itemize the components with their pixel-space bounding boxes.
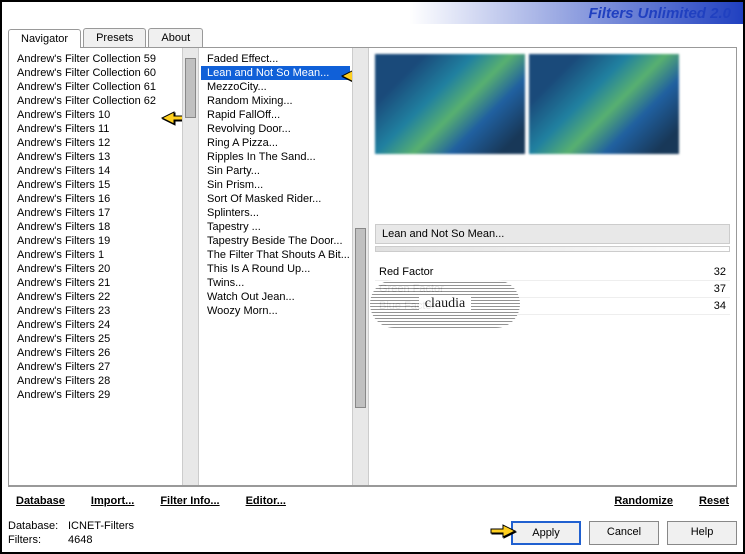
status-text: Database:ICNET-Filters Filters:4648 bbox=[8, 519, 134, 547]
list-item[interactable]: Andrew's Filters 1 bbox=[11, 248, 180, 262]
preview-before bbox=[375, 54, 525, 154]
watermark: claudia bbox=[370, 280, 520, 328]
param-value: 32 bbox=[714, 266, 726, 278]
list-item[interactable]: Andrew's Filters 12 bbox=[11, 136, 180, 150]
filter-scrollbar[interactable] bbox=[352, 48, 368, 485]
reset-button[interactable]: Reset bbox=[695, 493, 733, 509]
list-item[interactable]: Faded Effect... bbox=[201, 52, 350, 66]
status-filters-value: 4648 bbox=[68, 534, 92, 546]
list-item[interactable]: Andrew's Filters 14 bbox=[11, 164, 180, 178]
list-item[interactable]: Sort Of Masked Rider... bbox=[201, 192, 350, 206]
param-label: Red Factor bbox=[379, 266, 433, 278]
scrollbar-thumb[interactable] bbox=[355, 228, 366, 408]
bottom-bar: Database:ICNET-Filters Filters:4648 Appl… bbox=[8, 519, 737, 547]
list-item[interactable]: Andrew's Filter Collection 61 bbox=[11, 80, 180, 94]
list-item[interactable]: Andrew's Filter Collection 60 bbox=[11, 66, 180, 80]
tab-presets[interactable]: Presets bbox=[83, 28, 146, 47]
list-item[interactable]: Andrew's Filters 27 bbox=[11, 360, 180, 374]
scrollbar-thumb[interactable] bbox=[185, 58, 196, 118]
list-item[interactable]: The Filter That Shouts A Bit... bbox=[201, 248, 350, 262]
list-item[interactable]: Andrew's Filters 13 bbox=[11, 150, 180, 164]
main-panel: Andrew's Filter Collection 59Andrew's Fi… bbox=[8, 48, 737, 486]
list-item[interactable]: Andrew's Filter Collection 59 bbox=[11, 52, 180, 66]
filter-list[interactable]: Faded Effect...Lean and Not So Mean...Me… bbox=[199, 48, 352, 485]
list-item[interactable]: Twins... bbox=[201, 276, 350, 290]
list-item[interactable]: Andrew's Filters 15 bbox=[11, 178, 180, 192]
list-item[interactable]: Andrew's Filters 29 bbox=[11, 388, 180, 402]
filter-column: Faded Effect...Lean and Not So Mean...Me… bbox=[199, 48, 369, 485]
list-item[interactable]: Andrew's Filters 18 bbox=[11, 220, 180, 234]
current-filter-label: Lean and Not So Mean... bbox=[375, 224, 730, 244]
button-row: Apply Cancel Help bbox=[511, 521, 737, 545]
category-column: Andrew's Filter Collection 59Andrew's Fi… bbox=[9, 48, 199, 485]
list-item[interactable]: Andrew's Filters 23 bbox=[11, 304, 180, 318]
status-db-label: Database: bbox=[8, 519, 68, 533]
list-item[interactable]: Sin Party... bbox=[201, 164, 350, 178]
list-item[interactable]: Andrew's Filters 11 bbox=[11, 122, 180, 136]
list-item[interactable]: Sin Prism... bbox=[201, 178, 350, 192]
list-item[interactable]: Splinters... bbox=[201, 206, 350, 220]
database-button[interactable]: Database bbox=[12, 493, 69, 509]
list-item[interactable]: This Is A Round Up... bbox=[201, 262, 350, 276]
list-item[interactable]: MezzoCity... bbox=[201, 80, 350, 94]
tab-navigator[interactable]: Navigator bbox=[8, 29, 81, 48]
list-item[interactable]: Tapestry ... bbox=[201, 220, 350, 234]
list-item[interactable]: Andrew's Filters 21 bbox=[11, 276, 180, 290]
list-item[interactable]: Andrew's Filters 19 bbox=[11, 234, 180, 248]
param-value: 37 bbox=[714, 283, 726, 295]
list-item[interactable]: Andrew's Filters 20 bbox=[11, 262, 180, 276]
tab-about[interactable]: About bbox=[148, 28, 203, 47]
category-scrollbar[interactable] bbox=[182, 48, 198, 485]
list-item[interactable]: Andrew's Filters 16 bbox=[11, 192, 180, 206]
list-item[interactable]: Lean and Not So Mean... bbox=[201, 66, 350, 80]
filter-info-button[interactable]: Filter Info... bbox=[156, 493, 223, 509]
list-item[interactable]: Watch Out Jean... bbox=[201, 290, 350, 304]
list-item[interactable]: Andrew's Filters 17 bbox=[11, 206, 180, 220]
preview-column: Lean and Not So Mean... Red Factor32Gree… bbox=[369, 48, 736, 485]
preview-row bbox=[375, 54, 730, 154]
category-list[interactable]: Andrew's Filter Collection 59Andrew's Fi… bbox=[9, 48, 182, 485]
list-item[interactable]: Rapid FallOff... bbox=[201, 108, 350, 122]
app-title: Filters Unlimited 2.0 bbox=[588, 5, 731, 22]
list-item[interactable]: Andrew's Filters 24 bbox=[11, 318, 180, 332]
randomize-button[interactable]: Randomize bbox=[610, 493, 677, 509]
list-item[interactable]: Random Mixing... bbox=[201, 94, 350, 108]
param-row[interactable]: Red Factor 32 bbox=[375, 264, 730, 281]
status-filters-label: Filters: bbox=[8, 533, 68, 547]
preview-after bbox=[529, 54, 679, 154]
list-item[interactable]: Revolving Door... bbox=[201, 122, 350, 136]
list-item[interactable]: Woozy Morn... bbox=[201, 304, 350, 318]
apply-button[interactable]: Apply bbox=[511, 521, 581, 545]
tabs: Navigator Presets About bbox=[8, 28, 737, 48]
list-item[interactable]: Andrew's Filters 28 bbox=[11, 374, 180, 388]
list-item[interactable]: Andrew's Filters 25 bbox=[11, 332, 180, 346]
cancel-button[interactable]: Cancel bbox=[589, 521, 659, 545]
param-value: 34 bbox=[714, 300, 726, 312]
import-button[interactable]: Import... bbox=[87, 493, 138, 509]
list-item[interactable]: Ring A Pizza... bbox=[201, 136, 350, 150]
list-item[interactable]: Ripples In The Sand... bbox=[201, 150, 350, 164]
help-button[interactable]: Help bbox=[667, 521, 737, 545]
status-db-value: ICNET-Filters bbox=[68, 520, 134, 532]
list-item[interactable]: Andrew's Filters 10 bbox=[11, 108, 180, 122]
list-item[interactable]: Andrew's Filters 26 bbox=[11, 346, 180, 360]
list-item[interactable]: Andrew's Filter Collection 62 bbox=[11, 94, 180, 108]
toolbar: Database Import... Filter Info... Editor… bbox=[8, 486, 737, 515]
progress-bar bbox=[375, 246, 730, 252]
editor-button[interactable]: Editor... bbox=[242, 493, 290, 509]
title-bar: Filters Unlimited 2.0 bbox=[2, 2, 743, 24]
list-item[interactable]: Andrew's Filters 22 bbox=[11, 290, 180, 304]
list-item[interactable]: Tapestry Beside The Door... bbox=[201, 234, 350, 248]
